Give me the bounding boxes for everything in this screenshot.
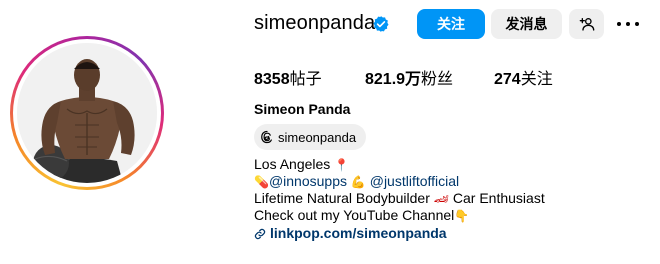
mention-justliftofficial[interactable]: @justliftofficial — [370, 173, 459, 189]
posts-value: 8358 — [254, 71, 290, 88]
dot — [635, 22, 639, 26]
following-label: 关注 — [520, 71, 553, 88]
followers-label: 粉丝 — [421, 71, 454, 88]
threads-badge[interactable]: simeonpanda — [254, 124, 367, 150]
bio-car-text: Car Enthusiast — [452, 190, 545, 206]
more-options-icon[interactable] — [617, 16, 639, 32]
follow-button[interactable]: 关注 — [417, 9, 485, 39]
bio-mentions: 💊@innosupps 💪 @justliftofficial — [254, 173, 459, 191]
link-icon — [254, 228, 266, 239]
location-pin-emoji: 📍 — [334, 158, 350, 172]
avatar-image — [17, 43, 157, 183]
avatar[interactable] — [17, 43, 157, 183]
profile-full-name: Simeon Panda — [254, 101, 351, 117]
bio-location: Los Angeles 📍 — [254, 156, 349, 174]
followers-value: 821.9万 — [365, 71, 422, 88]
posts-count: 8358 帖子 — [254, 65, 322, 89]
bio-line-youtube: Check out my YouTube Channel👇 — [254, 207, 469, 225]
mention-innosupps[interactable]: @innosupps — [269, 173, 347, 189]
avatar-story-ring[interactable] — [10, 36, 164, 190]
location-text: Los Angeles — [254, 156, 331, 172]
profile-username: simeonpanda — [254, 12, 376, 34]
dot — [626, 22, 630, 26]
bio-line-bodybuilder: Lifetime Natural Bodybuilder 🏎 Car Enthu… — [254, 190, 545, 208]
following-value: 274 — [494, 71, 521, 88]
bio-youtube-text: Check out my YouTube Channel — [254, 207, 455, 223]
threads-logo-icon — [261, 130, 272, 144]
message-button[interactable]: 发消息 — [491, 9, 562, 39]
dot — [617, 22, 621, 26]
pill-emoji: 💊 — [254, 175, 269, 189]
bio-external-link[interactable]: linkpop.com/simeonpanda — [270, 225, 447, 242]
following-count[interactable]: 274 关注 — [494, 65, 553, 89]
verified-badge-icon — [373, 16, 389, 32]
suggested-accounts-button[interactable] — [569, 9, 604, 39]
add-person-icon — [579, 18, 594, 31]
point-down-emoji: 👇 — [454, 209, 470, 223]
threads-handle: simeonpanda — [278, 129, 357, 145]
bio-link-row[interactable]: linkpop.com/simeonpanda — [254, 225, 447, 242]
followers-count[interactable]: 821.9万 粉丝 — [365, 65, 453, 89]
bio-bodybuilder-text: Lifetime Natural Bodybuilder — [254, 190, 430, 206]
muscle-emoji: 💪 — [350, 175, 366, 189]
avatar-gap — [13, 39, 161, 187]
posts-label: 帖子 — [289, 71, 322, 88]
race-car-emoji: 🏎 — [433, 192, 449, 206]
